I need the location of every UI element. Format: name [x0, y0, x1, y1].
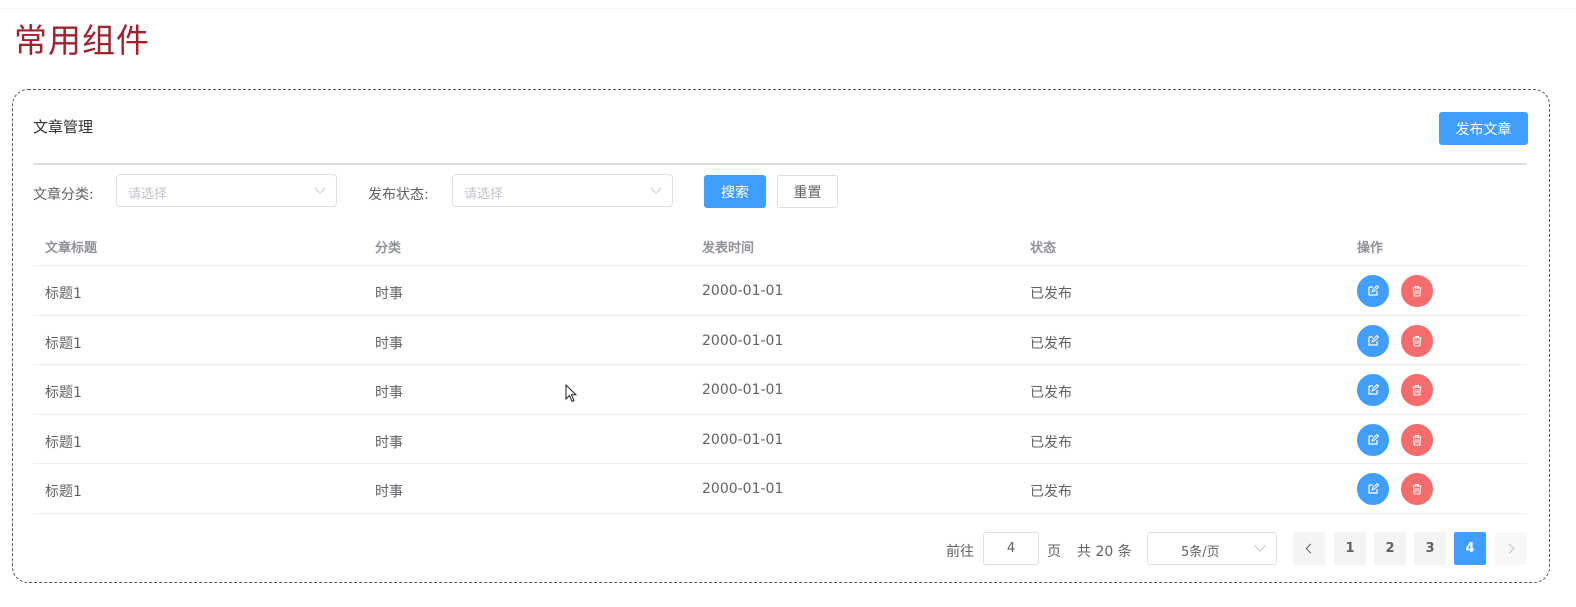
row-date: 2000-01-01: [702, 481, 784, 497]
goto-prefix: 前往: [946, 544, 974, 560]
row-title: 标题1: [45, 286, 82, 302]
goto-page-input[interactable]: 4: [983, 532, 1039, 565]
chevron-left-icon: [1305, 543, 1316, 554]
page-button-3[interactable]: 3: [1414, 532, 1446, 565]
search-button[interactable]: 搜索: [704, 175, 766, 208]
row-title: 标题1: [45, 434, 82, 451]
row-status: 已发布: [1030, 286, 1072, 302]
status-select-placeholder: 请选择: [464, 187, 504, 202]
category-select-placeholder: 请选择: [128, 187, 168, 202]
edit-button[interactable]: [1357, 275, 1389, 307]
total-count: 共 20 条: [1077, 544, 1132, 560]
row-date: 2000-01-01: [702, 431, 784, 448]
row-status: 已发布: [1030, 484, 1072, 500]
delete-icon: [1411, 434, 1423, 446]
table-row: 标题1 时事 2000-01-01 已发布: [33, 415, 1527, 464]
delete-icon: [1411, 285, 1423, 297]
status-filter-label: 发布状态:: [368, 187, 429, 203]
edit-icon: [1367, 334, 1379, 347]
delete-icon: [1411, 483, 1423, 495]
edit-icon: [1367, 483, 1379, 495]
chevron-down-icon: [1254, 540, 1266, 552]
row-status: 已发布: [1030, 335, 1072, 352]
prev-page-button[interactable]: [1293, 532, 1325, 565]
top-divider: [0, 8, 1576, 9]
table-row: 标题1 时事 2000-01-01 已发布: [33, 365, 1527, 415]
page-button-4[interactable]: 4: [1454, 532, 1486, 565]
row-status: 已发布: [1030, 385, 1072, 401]
row-category: 时事: [375, 385, 403, 401]
page-size-select[interactable]: 5条/页: [1147, 532, 1277, 565]
chevron-right-icon: [1504, 543, 1515, 554]
reset-button[interactable]: 重置: [777, 175, 838, 208]
row-title: 标题1: [45, 484, 82, 500]
chevron-down-icon: [650, 182, 662, 194]
page-button-1[interactable]: 1: [1334, 532, 1366, 565]
edit-icon: [1367, 285, 1379, 297]
table-row: 标题1 时事 2000-01-01 已发布: [33, 316, 1527, 365]
edit-button[interactable]: [1357, 473, 1389, 505]
status-select[interactable]: 请选择: [452, 174, 673, 207]
article-management-card: 文章管理 发布文章 文章分类: 请选择 发布状态: 请选择 搜索 重置 文章标题…: [12, 89, 1550, 583]
delete-icon: [1411, 384, 1423, 396]
delete-button[interactable]: [1401, 423, 1433, 456]
column-header-category: 分类: [375, 241, 402, 256]
delete-icon: [1411, 335, 1423, 347]
table-header: 文章标题 分类 发表时间 状态 操作: [33, 220, 1527, 266]
edit-button[interactable]: [1357, 324, 1389, 357]
header-divider: [33, 163, 1527, 165]
row-date: 2000-01-01: [702, 382, 784, 398]
delete-button[interactable]: [1401, 275, 1433, 307]
column-header-actions: 操作: [1357, 241, 1384, 256]
row-category: 时事: [375, 434, 403, 451]
column-header-status: 状态: [1030, 241, 1057, 256]
page-size-value: 5条/页: [1181, 545, 1220, 560]
category-select[interactable]: 请选择: [116, 174, 337, 207]
edit-button[interactable]: [1357, 374, 1389, 406]
row-category: 时事: [375, 286, 403, 302]
delete-button[interactable]: [1401, 473, 1433, 505]
edit-button[interactable]: [1357, 423, 1389, 456]
delete-button[interactable]: [1401, 324, 1433, 357]
publish-article-button[interactable]: 发布文章: [1439, 112, 1528, 145]
table-body: 标题1 时事 2000-01-01 已发布 标题1 时事 2000-01-01 已发布 标题1 时…: [33, 266, 1527, 514]
page-title: 常用组件: [14, 21, 150, 60]
delete-button[interactable]: [1401, 374, 1433, 406]
articles-table: 文章标题 分类 发表时间 状态 操作 标题1 时事 2000-01-01 已发布 标题1…: [33, 220, 1527, 514]
row-date: 2000-01-01: [702, 332, 784, 349]
row-date: 2000-01-01: [702, 283, 784, 299]
category-filter-label: 文章分类:: [33, 187, 94, 203]
row-status: 已发布: [1030, 434, 1072, 451]
mouse-cursor-icon: [565, 384, 578, 403]
row-category: 时事: [375, 484, 403, 500]
chevron-down-icon: [314, 182, 326, 194]
column-header-title: 文章标题: [45, 241, 98, 256]
table-row: 标题1 时事 2000-01-01 已发布: [33, 266, 1527, 316]
row-title: 标题1: [45, 335, 82, 352]
goto-suffix: 页: [1047, 544, 1061, 560]
edit-icon: [1367, 433, 1379, 446]
next-page-button[interactable]: [1495, 532, 1527, 565]
card-title: 文章管理: [33, 118, 94, 136]
column-header-date: 发表时间: [702, 241, 755, 256]
table-row: 标题1 时事 2000-01-01 已发布: [33, 464, 1527, 514]
page-button-2[interactable]: 2: [1374, 532, 1406, 565]
edit-icon: [1367, 384, 1379, 396]
row-category: 时事: [375, 335, 403, 352]
row-title: 标题1: [45, 385, 82, 401]
